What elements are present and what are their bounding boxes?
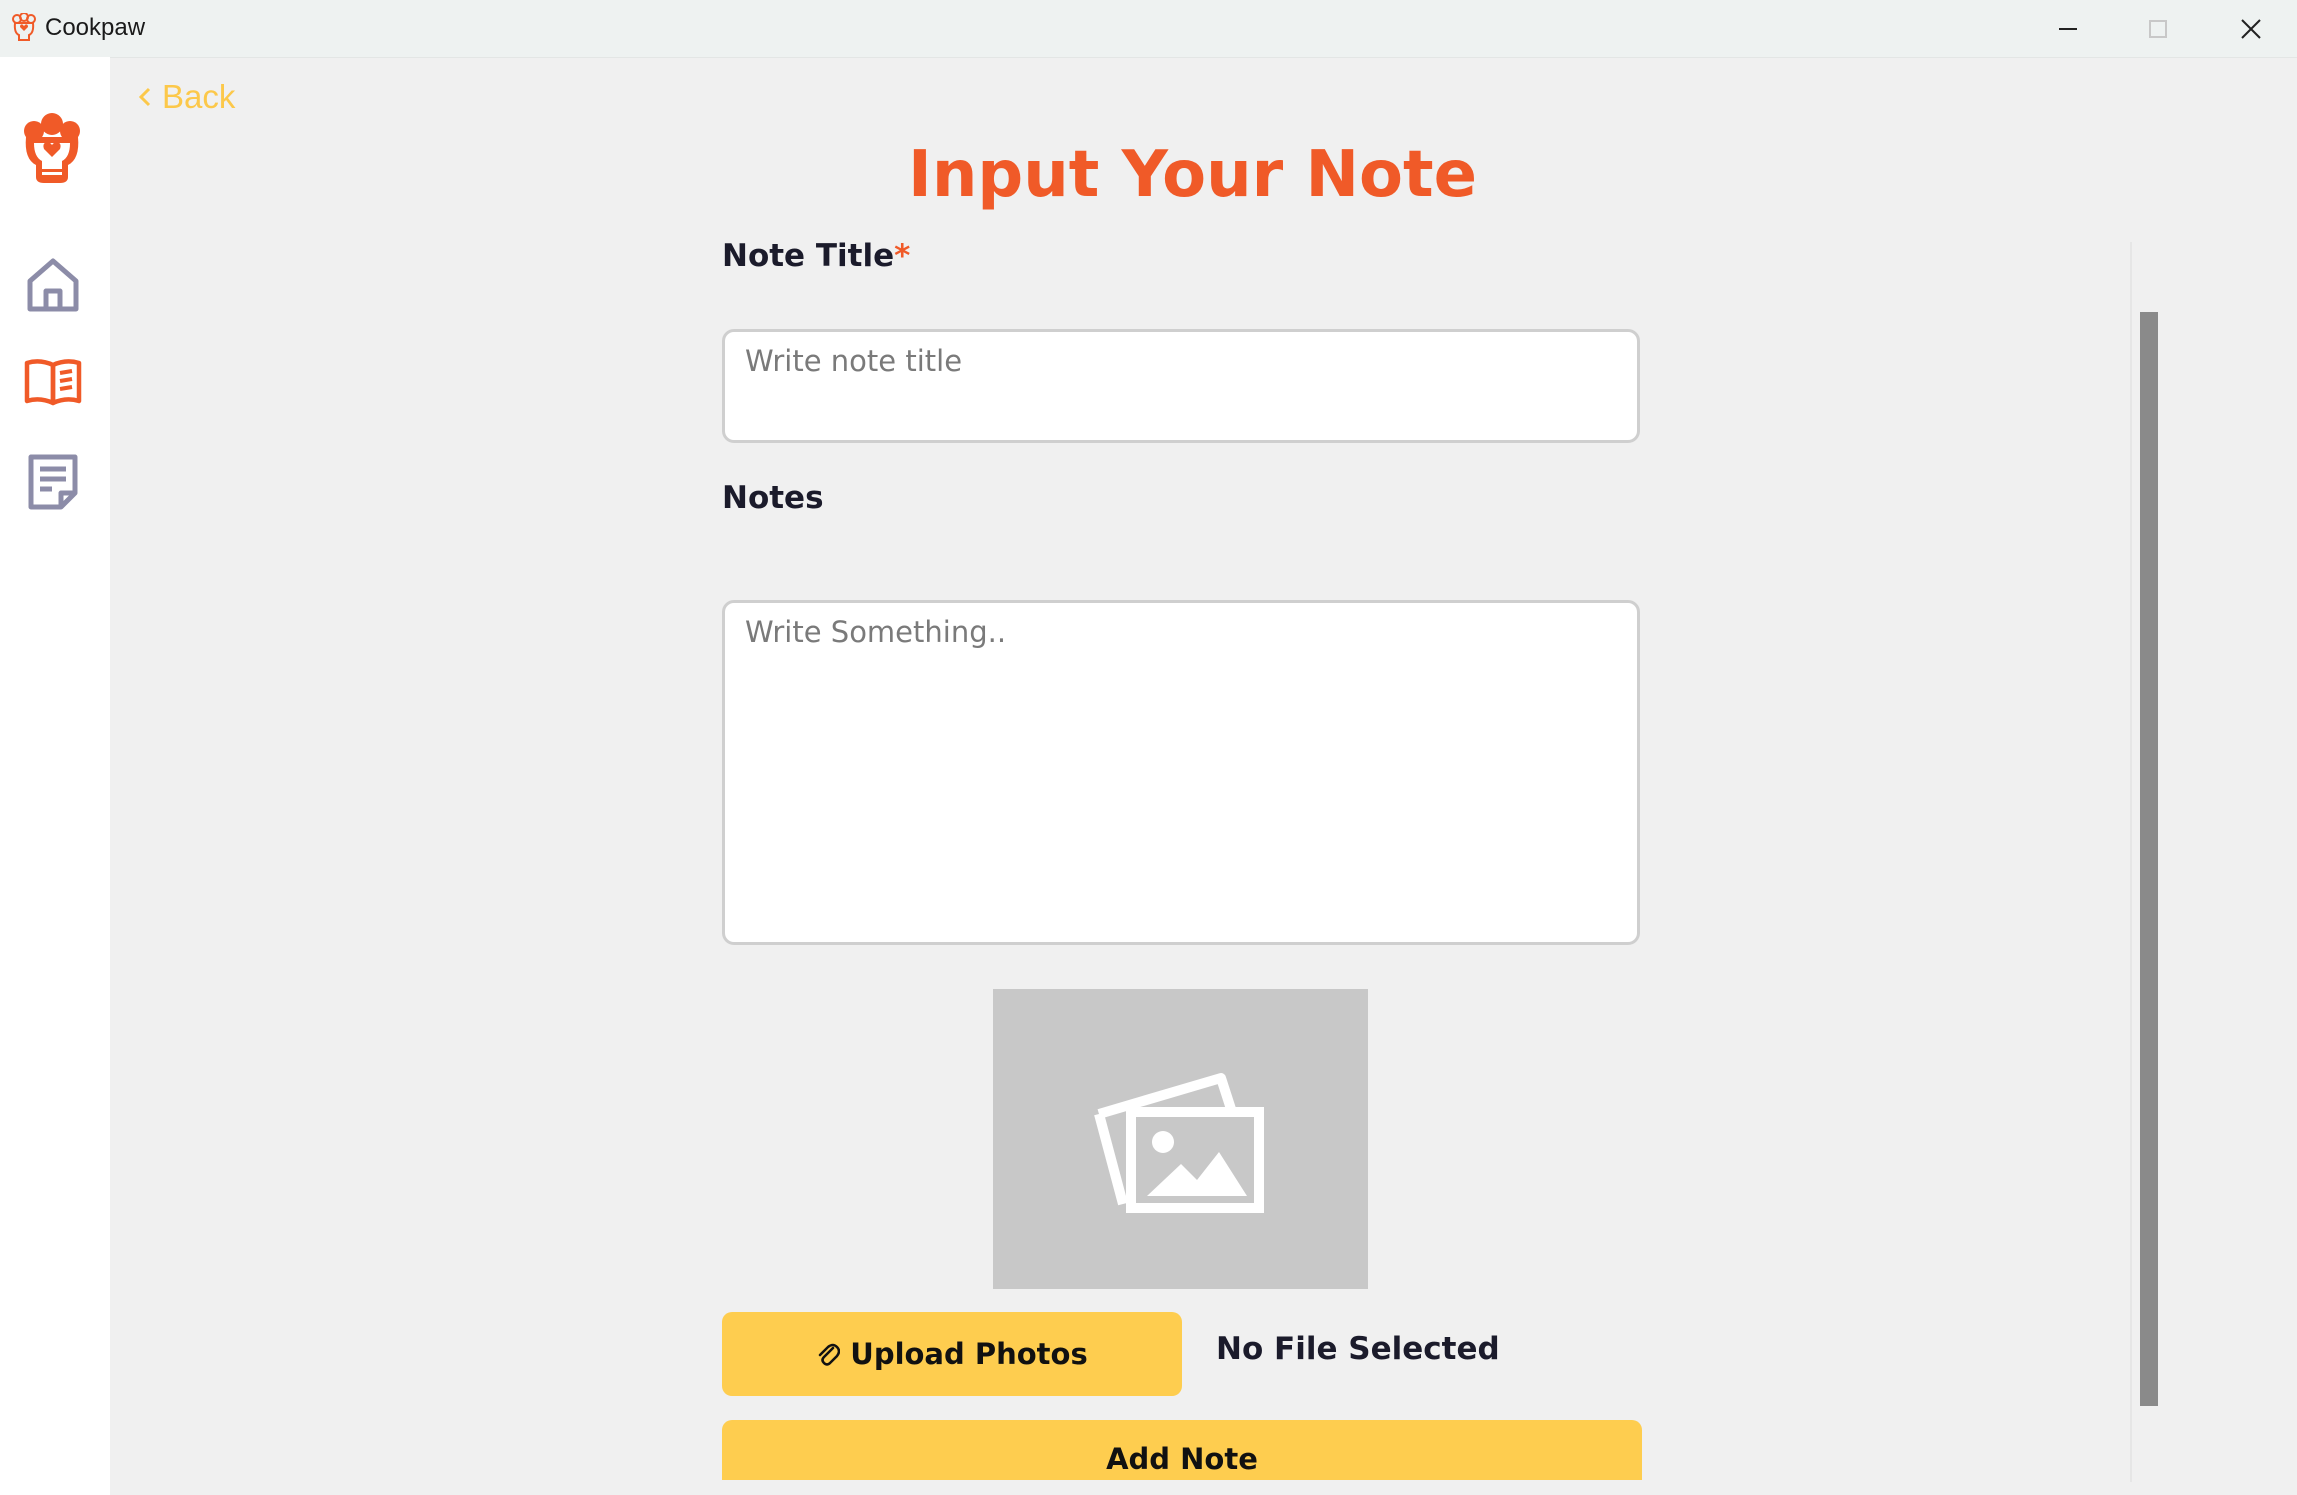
open-book-icon <box>24 359 82 406</box>
maximize-icon <box>2149 19 2167 38</box>
window-title: Cookpaw <box>45 14 146 41</box>
notes-label: Notes <box>722 480 824 516</box>
upload-photos-label: Upload Photos <box>850 1337 1088 1371</box>
add-note-button[interactable]: Add Note <box>722 1420 1642 1480</box>
window-titlebar: Cookpaw <box>0 0 2297 58</box>
content-clip <box>110 1480 2297 1495</box>
back-button[interactable]: Back <box>138 78 235 116</box>
note-title-label-text: Note Title <box>722 238 895 274</box>
notes-icon <box>28 454 78 510</box>
maximize-button[interactable] <box>2112 0 2204 57</box>
sidebar <box>0 57 110 1495</box>
close-button[interactable] <box>2205 0 2297 57</box>
upload-photos-button[interactable]: Upload Photos <box>722 1312 1182 1396</box>
photo-preview <box>993 989 1368 1289</box>
scrollbar-track <box>2130 242 2132 1482</box>
note-title-label: Note Title* <box>722 238 910 274</box>
note-title-placeholder: Write note title <box>745 344 963 378</box>
sidebar-item-recipes[interactable] <box>24 353 82 411</box>
image-placeholder-icon <box>1093 1073 1264 1213</box>
minimize-button[interactable] <box>2022 0 2114 57</box>
add-note-label: Add Note <box>1106 1442 1258 1476</box>
page-title: Input Your Note <box>908 138 1477 212</box>
file-status: No File Selected <box>1216 1331 1500 1367</box>
note-title-input[interactable]: Write note title <box>722 329 1640 443</box>
scrollbar-thumb[interactable] <box>2140 312 2158 1406</box>
sidebar-item-notes[interactable] <box>24 453 82 511</box>
close-icon <box>2241 18 2261 39</box>
home-icon <box>27 258 79 312</box>
back-label: Back <box>162 78 236 115</box>
notes-textarea[interactable]: Write Something.. <box>722 600 1640 945</box>
chevron-left-icon <box>138 87 151 107</box>
minimize-icon <box>2059 27 2077 30</box>
sidebar-item-home[interactable] <box>24 255 82 313</box>
required-mark: * <box>894 238 911 274</box>
notes-placeholder: Write Something.. <box>745 615 1007 649</box>
cookpaw-logo-icon <box>12 13 36 41</box>
paperclip-icon <box>819 1343 841 1366</box>
